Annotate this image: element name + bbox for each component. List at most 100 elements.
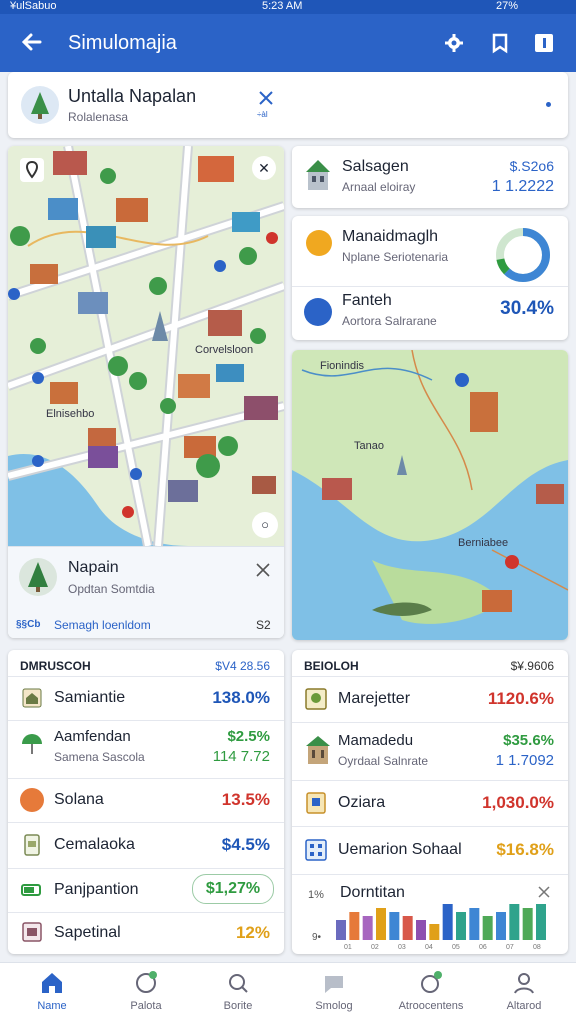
close-icon[interactable] xyxy=(256,563,270,577)
info-box-icon xyxy=(535,34,553,52)
tab-palota[interactable]: Palota xyxy=(98,968,194,1020)
chat-bubble-icon xyxy=(325,976,343,993)
close-icon[interactable] xyxy=(258,90,274,106)
tab-name[interactable]: Name xyxy=(4,968,100,1020)
chart-tick-label: 05 xyxy=(452,944,460,950)
list-item[interactable]: Solana 13.5% xyxy=(8,778,284,822)
save-button[interactable] xyxy=(488,31,512,55)
item-value: 138.0% xyxy=(212,688,270,707)
map-place-label: Elnisehbo xyxy=(46,408,95,420)
list-item[interactable]: Sapetinal 12% xyxy=(8,912,284,954)
chart-bar xyxy=(536,904,546,940)
list-item[interactable]: Mamadedu Oyrdaal Salnrate $35.6% 1 1.709… xyxy=(292,722,568,780)
chart-bar xyxy=(349,912,360,940)
clock-icon xyxy=(136,971,157,993)
tab-borite[interactable]: Borite xyxy=(190,968,286,1020)
chart-tick-label: 03 xyxy=(398,944,406,950)
item-value: 12% xyxy=(235,923,270,942)
settings-button[interactable] xyxy=(442,31,466,55)
chart-bar xyxy=(429,924,440,940)
card-subtitle: Nplane Seriotenaria xyxy=(342,250,449,264)
item-label: Samiantie xyxy=(54,689,126,706)
arrow-left-icon xyxy=(21,33,42,51)
zoom-button[interactable]: ○ xyxy=(252,512,278,538)
chart-icon xyxy=(304,298,332,326)
list-item[interactable]: Marejetter 1120.6% xyxy=(292,676,568,722)
location-subtitle: Rolalenasa xyxy=(68,110,129,124)
regional-map[interactable]: Fionindis Tanao Berniabee xyxy=(292,350,568,640)
tab-smolog[interactable]: Smolog xyxy=(286,968,382,1020)
chart-bar xyxy=(402,916,413,940)
summary-card-2[interactable]: Manaidmaglh Nplane Seriotenaria Fanteh A… xyxy=(292,216,568,340)
home-icon xyxy=(42,973,62,993)
chart-bar xyxy=(456,912,466,940)
item-label: Mamadedu xyxy=(338,732,414,749)
tree-avatar-icon xyxy=(19,558,57,596)
list-item[interactable]: Panjpantion $1,27% xyxy=(8,868,284,912)
list-item[interactable]: Cemalaoka $4.5% xyxy=(8,822,284,868)
map-place-label: Fionindis xyxy=(320,360,365,372)
tab-label: Palota xyxy=(130,1000,162,1012)
item-label: Cemalaoka xyxy=(54,836,135,853)
sun-icon xyxy=(306,230,332,256)
item-value-secondary: 114 7.72 xyxy=(212,748,270,765)
bar-chart: 01 02 03 04 05 06 07 08 xyxy=(336,904,546,950)
main-map[interactable]: ✕ ○ Corvelsloon Elnisehbo Napain Opdtan … xyxy=(8,146,284,638)
location-pin-button[interactable] xyxy=(20,158,44,182)
list-item[interactable]: Aamfendan Samena Sascola $2.5% 114 7.72 xyxy=(8,720,284,772)
close-icon[interactable] xyxy=(538,886,550,898)
battery-icon xyxy=(21,884,41,896)
summary-card-1[interactable]: Salsagen Arnaal eloiray $.S2o6 1 1.2222 xyxy=(292,146,568,208)
regional-map-canvas[interactable] xyxy=(292,350,568,640)
notification-icon xyxy=(421,971,442,993)
list-header-value: $V4 28.56 xyxy=(215,659,270,673)
tab-atroocentens[interactable]: Atroocentens xyxy=(382,968,480,1020)
map-popup[interactable]: Napain Opdtan Somtdia §§Cb Semagh loenld… xyxy=(8,546,284,638)
item-value-secondary: 1 1.7092 xyxy=(495,752,554,769)
info-button[interactable] xyxy=(532,31,556,55)
badge-icon xyxy=(306,792,326,814)
location-title: Untalla Napalan xyxy=(68,86,197,106)
list-item[interactable]: Oziara 1,030.0% xyxy=(292,780,568,826)
item-label: Oziara xyxy=(338,794,386,811)
tab-label: Name xyxy=(37,1000,67,1012)
list-header: DMRUSCOH xyxy=(20,659,91,673)
tree-card-icon xyxy=(305,688,327,710)
item-value: $16.8% xyxy=(496,840,554,859)
popup-title: Napain xyxy=(68,559,119,576)
back-button[interactable] xyxy=(18,28,46,56)
card-subtitle: Arnaal eloiray xyxy=(342,180,416,194)
chart-bar xyxy=(336,920,346,940)
card-value: 30.4% xyxy=(500,298,554,319)
item-label: Aamfendan xyxy=(54,728,131,745)
popup-footer-link[interactable]: Semagh loenldom xyxy=(54,618,151,632)
location-card[interactable]: Untalla Napalan Rolalenasa ÷àl xyxy=(8,72,568,138)
donut-chart xyxy=(496,228,550,282)
list-header: BEIOLOH xyxy=(304,659,359,673)
list-item[interactable]: Samiantie 138.0% xyxy=(8,676,284,720)
item-label: Marejetter xyxy=(338,690,411,707)
chart-bar xyxy=(416,920,426,940)
item-value: 1120.6% xyxy=(487,689,554,708)
item-label: Uemarion Sohaal xyxy=(338,841,462,858)
dot-indicator xyxy=(546,102,551,107)
item-value: $4.5% xyxy=(221,835,270,854)
building-icon xyxy=(306,160,330,190)
tab-altarod[interactable]: Altarod xyxy=(476,968,572,1020)
list-item[interactable]: Uemarion Sohaal $16.8% xyxy=(292,826,568,874)
chart-bar xyxy=(376,908,386,940)
umbrella-icon xyxy=(22,734,42,754)
item-value-pill[interactable]: $1,27% xyxy=(192,874,274,904)
pin-icon xyxy=(25,160,39,179)
close-caption: ÷àl xyxy=(257,110,268,119)
chart-tick-label: 01 xyxy=(344,944,352,950)
chart-bar xyxy=(389,912,400,940)
left-stats-list: DMRUSCOH $V4 28.56 Samiantie 138.0% Aamf… xyxy=(8,650,284,954)
map-place-label: Tanao xyxy=(354,440,384,452)
chart-axis-label: 1% xyxy=(308,889,324,901)
tab-label: Atroocentens xyxy=(398,1000,464,1012)
map-close-button[interactable]: ✕ xyxy=(252,156,276,180)
popup-subtitle: Opdtan Somtdia xyxy=(68,582,155,596)
card-title: Fanteh xyxy=(342,292,392,309)
map-place-label: Corvelsloon xyxy=(195,344,254,356)
